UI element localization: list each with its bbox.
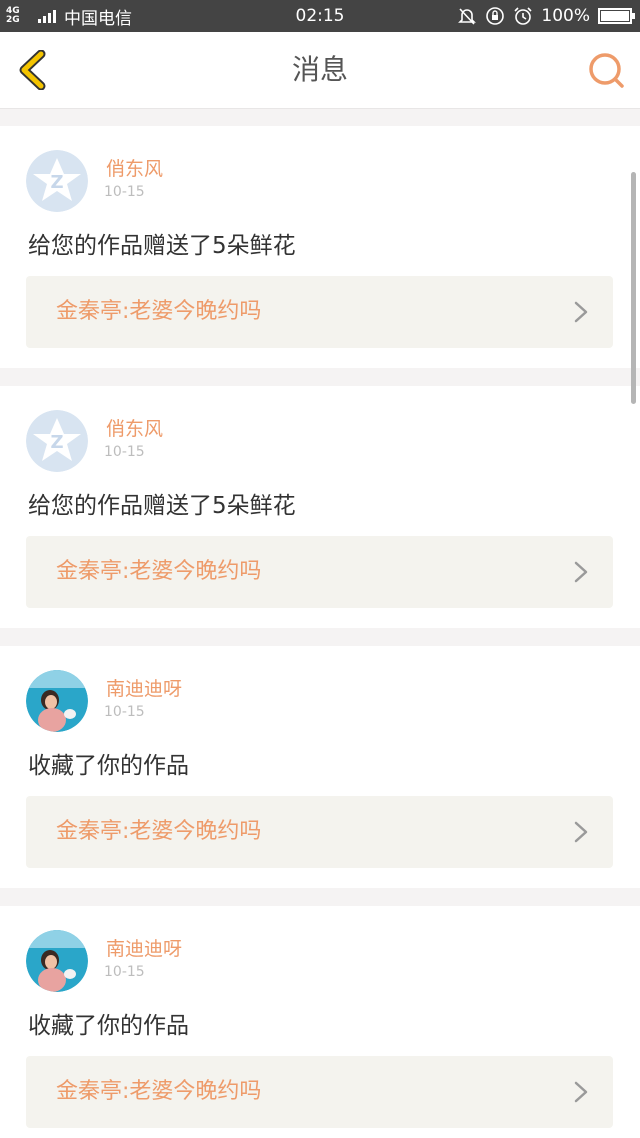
avatar[interactable] — [26, 670, 88, 732]
svg-text:Z: Z — [50, 172, 63, 193]
rotation-lock-icon — [485, 6, 505, 26]
header: 消息 — [0, 32, 640, 109]
message-card[interactable]: Z 俏东风 10-15 给您的作品赠送了5朵鲜花 金秦亭:老婆今晚约吗 — [0, 126, 640, 368]
bell-muted-icon — [457, 6, 477, 26]
qq-default-avatar-icon: Z — [26, 150, 88, 212]
photo-avatar-icon — [26, 930, 88, 992]
chevron-right-icon — [574, 1081, 588, 1103]
page-title: 消息 — [291, 53, 348, 86]
quoted-work[interactable]: 金秦亭:老婆今晚约吗 — [26, 1056, 613, 1128]
message-list: Z 俏东风 10-15 给您的作品赠送了5朵鲜花 金秦亭:老婆今晚约吗 Z 俏东… — [0, 126, 640, 1138]
quoted-work[interactable]: 金秦亭:老婆今晚约吗 — [26, 536, 613, 608]
avatar[interactable]: Z — [26, 410, 88, 472]
username[interactable]: 俏东风 — [106, 154, 163, 181]
messages-screen: 4G 2G 中国电信 02:15 100% 消息 Z 俏东风 10-15 给您的… — [0, 0, 640, 1138]
scrollbar[interactable] — [631, 172, 636, 404]
search-button[interactable] — [586, 50, 626, 90]
search-icon — [589, 53, 624, 88]
alarm-icon — [513, 6, 533, 26]
quoted-work-text: 金秦亭:老婆今晚约吗 — [56, 559, 262, 584]
status-bar: 4G 2G 中国电信 02:15 100% — [0, 0, 640, 32]
battery-percent: 100% — [541, 6, 590, 26]
timestamp: 10-15 — [104, 964, 145, 980]
status-right: 100% — [457, 0, 635, 32]
quoted-work-text: 金秦亭:老婆今晚约吗 — [56, 1079, 262, 1104]
quoted-work[interactable]: 金秦亭:老婆今晚约吗 — [26, 796, 613, 868]
avatar[interactable] — [26, 930, 88, 992]
action-text: 收藏了你的作品 — [28, 1013, 189, 1039]
quoted-work-text: 金秦亭:老婆今晚约吗 — [56, 819, 262, 844]
action-text: 收藏了你的作品 — [28, 753, 189, 779]
timestamp: 10-15 — [104, 444, 145, 460]
photo-avatar-icon — [26, 670, 88, 732]
quoted-work[interactable]: 金秦亭:老婆今晚约吗 — [26, 276, 613, 348]
username[interactable]: 南迪迪呀 — [106, 934, 182, 961]
username[interactable]: 俏东风 — [106, 414, 163, 441]
action-text: 给您的作品赠送了5朵鲜花 — [28, 233, 296, 259]
avatar[interactable]: Z — [26, 150, 88, 212]
timestamp: 10-15 — [104, 184, 145, 200]
chevron-right-icon — [574, 821, 588, 843]
message-card[interactable]: Z 俏东风 10-15 给您的作品赠送了5朵鲜花 金秦亭:老婆今晚约吗 — [0, 386, 640, 628]
battery-icon — [598, 8, 635, 24]
message-card[interactable]: 南迪迪呀 10-15 收藏了你的作品 金秦亭:老婆今晚约吗 — [0, 906, 640, 1138]
action-text: 给您的作品赠送了5朵鲜花 — [28, 493, 296, 519]
username[interactable]: 南迪迪呀 — [106, 674, 182, 701]
qq-default-avatar-icon: Z — [26, 410, 88, 472]
chevron-right-icon — [574, 561, 588, 583]
timestamp: 10-15 — [104, 704, 145, 720]
message-card[interactable]: 南迪迪呀 10-15 收藏了你的作品 金秦亭:老婆今晚约吗 — [0, 646, 640, 888]
chevron-right-icon — [574, 301, 588, 323]
quoted-work-text: 金秦亭:老婆今晚约吗 — [56, 299, 262, 324]
svg-text:Z: Z — [50, 432, 63, 453]
